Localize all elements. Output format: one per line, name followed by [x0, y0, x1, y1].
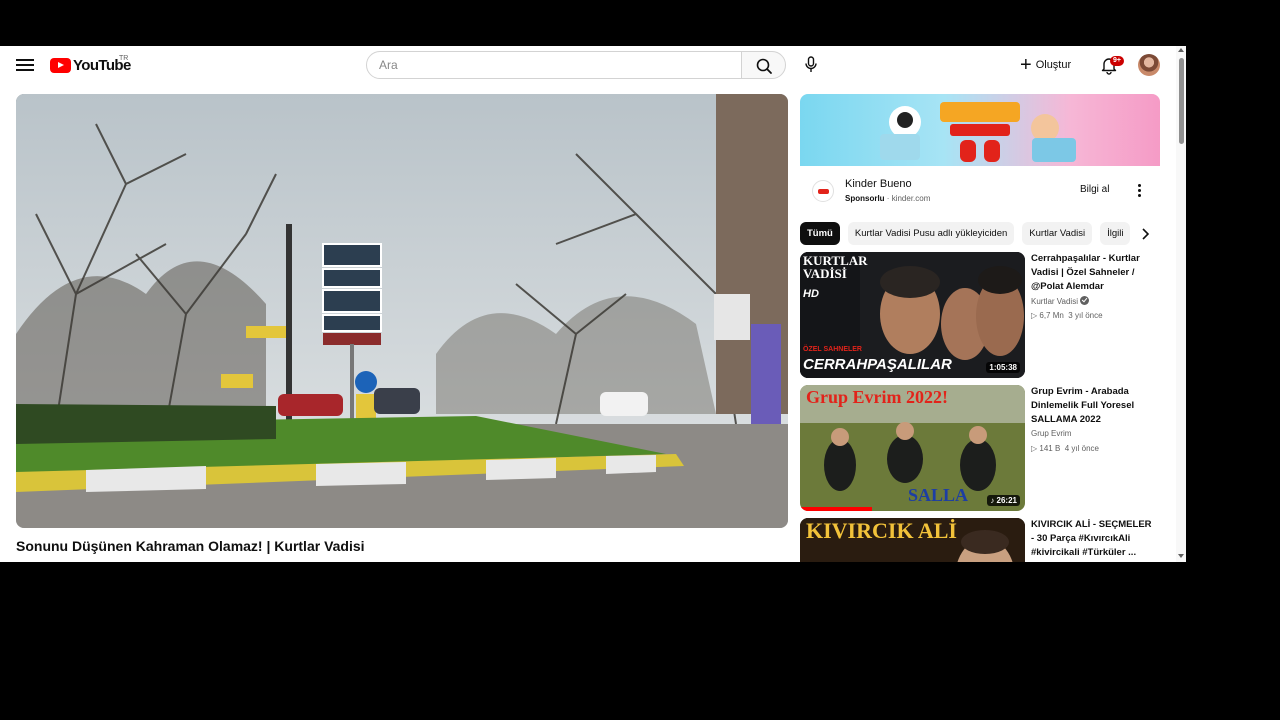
- search-icon: [756, 58, 772, 74]
- chevron-right-icon: [1142, 228, 1150, 240]
- view-count: ▷ 6,7 Mn: [1031, 311, 1064, 320]
- recommendation-title[interactable]: Cerrahpaşalılar - Kurtlar Vadisi | Özel …: [1031, 252, 1156, 294]
- ad-domain: kinder.com: [891, 194, 931, 203]
- search-box: [366, 51, 786, 79]
- verified-icon: [1079, 296, 1089, 305]
- video-player[interactable]: [16, 94, 788, 528]
- duration-badge: ♪ 26:21: [987, 495, 1020, 506]
- video-title: Sonunu Düşünen Kahraman Olamaz! | Kurtla…: [16, 538, 365, 554]
- duration-badge: 1:05:38: [986, 362, 1020, 373]
- chip-kurtlar-vadisi[interactable]: Kurtlar Vadisi: [1022, 222, 1093, 245]
- search-button[interactable]: [741, 51, 786, 79]
- recommendation-item: Grup Evrim 2022! SALLA ♪ 26:21 Grup Evri…: [800, 385, 1160, 511]
- video-thumbnail[interactable]: KIVIRCIK ALİ: [800, 518, 1025, 562]
- youtube-watch-page: YouTube TR + Oluştur: [0, 46, 1186, 562]
- advertiser-name[interactable]: Kinder Bueno: [845, 178, 912, 190]
- filter-chips: Tümü Kurtlar Vadisi Pusu adlı yükleyicid…: [800, 222, 1160, 246]
- video-meta: ▷ 141 B 4 yıl önce: [1031, 444, 1099, 453]
- chip-from-uploader[interactable]: Kurtlar Vadisi Pusu adlı yükleyiciden: [847, 222, 1015, 245]
- thumbnail-text-bottom: SALLA: [908, 485, 969, 505]
- ad-meta: Sponsorlu · kinder.com: [845, 194, 930, 203]
- youtube-logo[interactable]: YouTube TR: [50, 55, 131, 74]
- view-count: ▷ 141 B: [1031, 444, 1061, 453]
- ad-banner-art: [880, 102, 1076, 162]
- notification-badge: 9+: [1110, 56, 1124, 66]
- thumbnail-text-top: KURTLAR VADİSİ: [803, 253, 868, 281]
- create-button[interactable]: + Oluştur: [1020, 54, 1071, 76]
- plus-icon: +: [1020, 54, 1032, 76]
- voice-search-button[interactable]: [798, 52, 824, 78]
- upload-age: 4 yıl önce: [1064, 444, 1099, 453]
- scroll-up-arrow-icon[interactable]: [1178, 48, 1184, 52]
- video-thumbnail[interactable]: Grup Evrim 2022! SALLA ♪ 26:21: [800, 385, 1025, 511]
- page-scrollbar[interactable]: [1176, 46, 1186, 562]
- search-input[interactable]: [366, 51, 742, 79]
- recommendation-item: KIVIRCIK ALİ KIVIRCIK ALİ - SEÇMELER - 3…: [800, 518, 1160, 562]
- create-label: Oluştur: [1035, 59, 1072, 71]
- recommendation-item: KURTLAR VADİSİ HD ÖZEL SAHNELER CERRAHPA…: [800, 252, 1160, 378]
- menu-icon[interactable]: [16, 56, 34, 74]
- recommendation-title[interactable]: KIVIRCIK ALİ - SEÇMELER - 30 Parça #Kıvı…: [1031, 518, 1156, 560]
- sponsored-label: Sponsorlu: [845, 194, 885, 203]
- ad-separator: ·: [886, 194, 890, 203]
- channel-name[interactable]: Kurtlar Vadisi: [1031, 296, 1089, 306]
- chip-all[interactable]: Tümü: [800, 222, 840, 245]
- video-meta: ▷ 6,7 Mn 3 yıl önce: [1031, 311, 1103, 320]
- channel-name-text: Kurtlar Vadisi: [1031, 297, 1078, 306]
- recommendation-title[interactable]: Grup Evrim - Arabada Dinlemelik Full Yor…: [1031, 385, 1156, 427]
- thumbnail-text-top: KIVIRCIK ALİ: [806, 518, 957, 543]
- youtube-logo-icon: [50, 57, 71, 73]
- kebab-menu-icon[interactable]: [1132, 182, 1146, 198]
- microphone-icon: [805, 56, 817, 72]
- scroll-down-arrow-icon[interactable]: [1178, 554, 1184, 558]
- video-frame: [16, 94, 788, 528]
- video-thumbnail[interactable]: KURTLAR VADİSİ HD ÖZEL SAHNELER CERRAHPA…: [800, 252, 1025, 378]
- ad-learn-more-button[interactable]: Bilgi al: [1080, 184, 1109, 195]
- advertiser-logo[interactable]: [812, 180, 834, 202]
- chips-next-button[interactable]: [1136, 226, 1154, 242]
- ad-banner-image[interactable]: [800, 94, 1160, 166]
- masthead: YouTube TR + Oluştur: [0, 46, 1176, 84]
- avatar[interactable]: [1138, 54, 1160, 76]
- upload-age: 3 yıl önce: [1068, 311, 1103, 320]
- chip-related[interactable]: İlgili: [1100, 222, 1131, 245]
- scrollbar-thumb[interactable]: [1179, 58, 1184, 144]
- thumbnail-text-top: Grup Evrim 2022!: [806, 387, 948, 407]
- thumbnail-text-sub: ÖZEL SAHNELER: [803, 346, 862, 353]
- hd-badge: HD: [803, 288, 819, 300]
- channel-name[interactable]: Grup Evrim: [1031, 429, 1071, 438]
- country-code: TR: [119, 55, 129, 62]
- thumbnail-text-bottom: CERRAHPAŞALILAR: [803, 356, 952, 373]
